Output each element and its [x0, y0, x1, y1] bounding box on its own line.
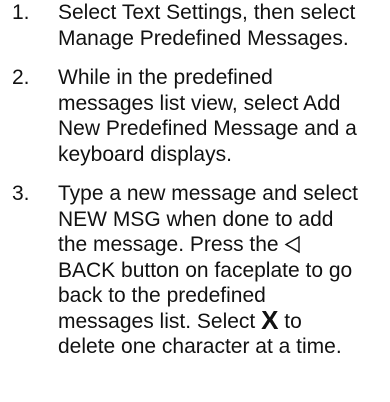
- step-text-part: Type a new message and select NEW MSG wh…: [58, 182, 359, 256]
- instruction-steps: 1. Select Text Settings, then select Man…: [0, 0, 390, 360]
- step-text: Type a new message and select NEW MSG wh…: [58, 181, 358, 360]
- back-triangle-icon: [284, 235, 301, 254]
- step-text: While in the predefined messages list vi…: [58, 66, 357, 166]
- step-text-part: BACK button on faceplate to go back to t…: [58, 258, 353, 333]
- step-1: 1. Select Text Settings, then select Man…: [0, 0, 390, 51]
- step-number: 2.: [12, 66, 30, 89]
- step-number: 3.: [12, 182, 30, 205]
- x-icon: X: [261, 304, 279, 335]
- step-text: Select Text Settings, then select Manage…: [58, 1, 356, 50]
- step-2: 2. While in the predefined messages list…: [0, 65, 390, 167]
- step-3: 3. Type a new message and select NEW MSG…: [0, 181, 390, 360]
- step-number: 1.: [12, 1, 30, 24]
